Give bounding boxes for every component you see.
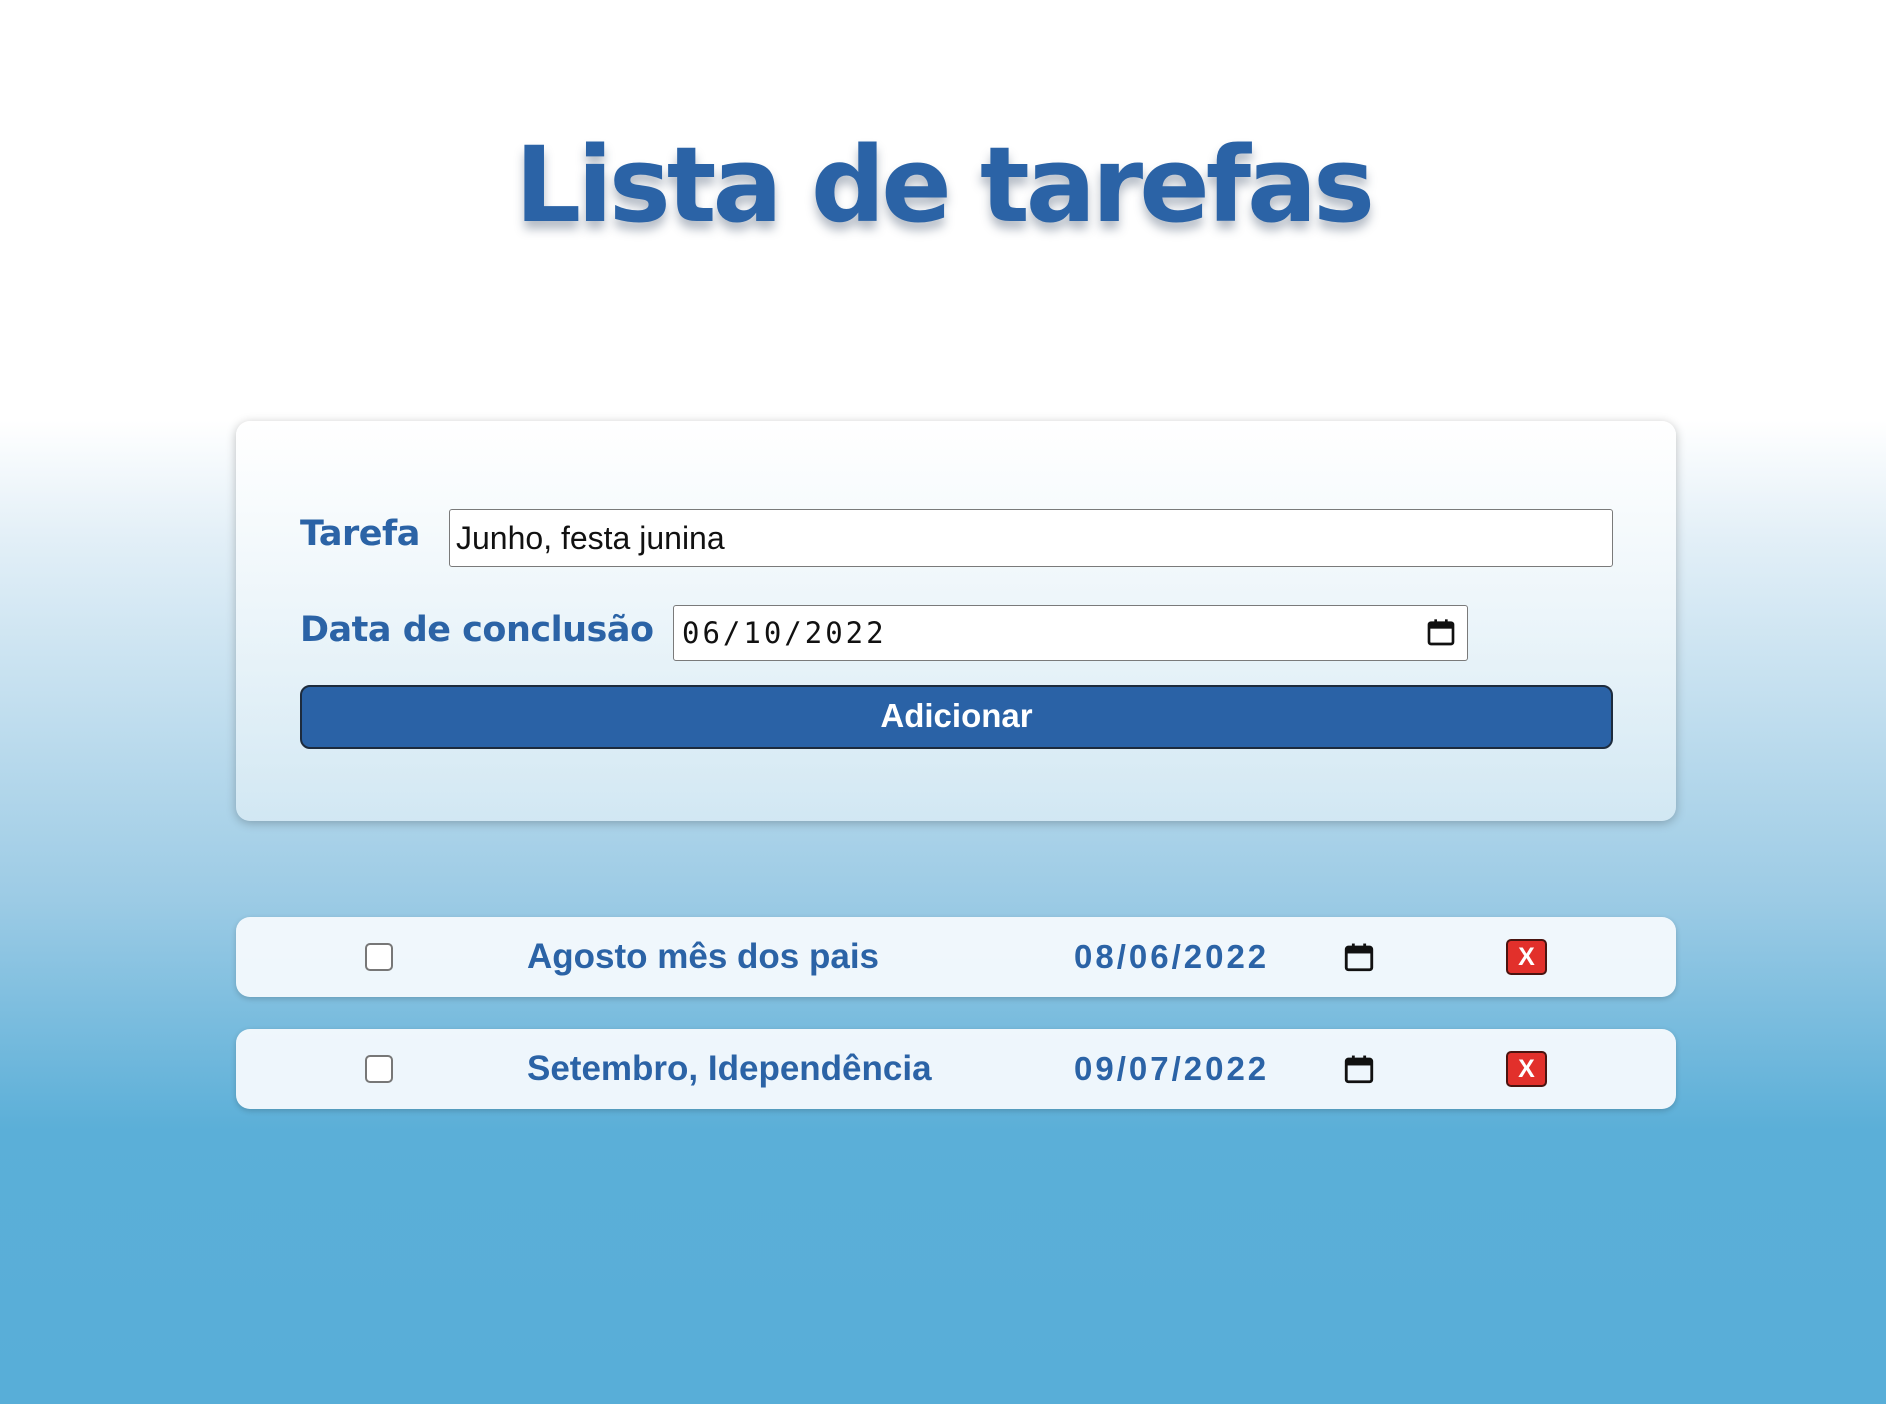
task-row: Agosto mês dos pais 08/06/2022 X	[236, 917, 1676, 997]
calendar-icon[interactable]	[1342, 940, 1376, 974]
task-input-value: Junho, festa junina	[456, 520, 725, 556]
task-row: Setembro, Idependência 09/07/2022 X	[236, 1029, 1676, 1109]
calendar-icon[interactable]	[1425, 616, 1457, 648]
task-label: Tarefa	[300, 514, 420, 554]
task-date: 08/06/2022	[1074, 938, 1270, 975]
delete-button[interactable]: X	[1506, 1051, 1547, 1087]
task-form: Tarefa Junho, festa junina Data de concl…	[236, 421, 1676, 821]
add-button[interactable]: Adicionar	[300, 685, 1613, 749]
page-title: Lista de tarefas	[514, 124, 1375, 246]
delete-button[interactable]: X	[1506, 939, 1547, 975]
task-date: 09/07/2022	[1074, 1050, 1270, 1087]
date-input[interactable]: 06/10/2022	[673, 605, 1468, 661]
task-name: Agosto mês dos pais	[527, 937, 880, 976]
task-checkbox[interactable]	[365, 1055, 393, 1083]
date-label: Data de conclusão	[300, 610, 654, 650]
task-input[interactable]: Junho, festa junina	[449, 509, 1613, 567]
date-input-value: 06/10/2022	[682, 616, 887, 650]
calendar-icon[interactable]	[1342, 1052, 1376, 1086]
task-checkbox[interactable]	[365, 943, 393, 971]
task-name: Setembro, Idependência	[527, 1049, 932, 1088]
